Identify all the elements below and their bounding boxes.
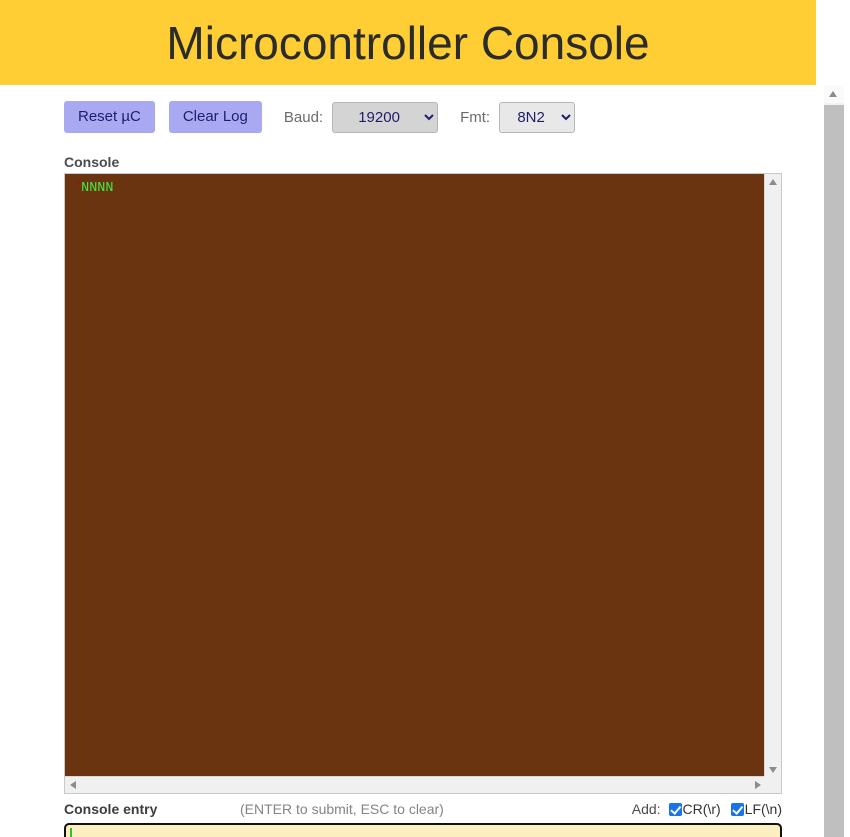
format-select[interactable]: 8N2 (499, 101, 576, 133)
add-label: Add: (631, 801, 661, 817)
page-scrollbar[interactable] (816, 85, 850, 837)
scroll-up-arrow-icon[interactable] (769, 179, 777, 185)
scroll-up-arrow-icon[interactable] (829, 91, 837, 97)
page-title: Microcontroller Console (166, 16, 650, 69)
console-label: Console (64, 154, 120, 170)
console-line-text: NNNN (81, 181, 114, 196)
cr-checkbox[interactable] (668, 802, 682, 816)
app-window: Microcontroller Console Reset µC Clear L… (0, 0, 850, 837)
cr-label: CR(\r) (682, 801, 721, 817)
app-header: Microcontroller Console (0, 0, 816, 85)
scrollbar-corner (764, 776, 781, 793)
text-cursor (70, 828, 72, 837)
console-vertical-scrollbar[interactable] (764, 174, 781, 778)
scroll-right-arrow-icon[interactable] (755, 781, 761, 789)
line-ending-options: Add: CR(\r) LF(\n) (632, 801, 782, 817)
reset-mcu-button[interactable]: Reset µC (64, 101, 155, 133)
scroll-left-arrow-icon[interactable] (70, 781, 76, 789)
console-line-quote: " (73, 181, 82, 196)
format-label: Fmt: (460, 108, 491, 126)
clear-log-button[interactable]: Clear Log (168, 101, 262, 133)
baud-select[interactable]: 19200 (332, 101, 439, 133)
console-horizontal-scrollbar[interactable] (65, 776, 766, 793)
toolbar: Reset µC Clear Log Baud: 19200 Fmt: 8N2 (64, 101, 576, 133)
console-panel: "NNNN (64, 173, 782, 794)
console-entry-hint: (ENTER to submit, ESC to clear) (240, 801, 444, 817)
console-entry-row: Console entry (ENTER to submit, ESC to c… (64, 801, 782, 823)
console-entry-label: Console entry (64, 801, 158, 817)
scroll-down-arrow-icon[interactable] (769, 767, 777, 773)
page-scroll-up-button[interactable] (824, 85, 844, 103)
baud-label: Baud: (283, 108, 324, 126)
console-output[interactable]: "NNNN (65, 174, 766, 778)
console-line: "NNNN (73, 181, 758, 198)
lf-label: LF(\n) (744, 801, 782, 817)
console-entry-input[interactable] (64, 823, 782, 837)
page-scrollbar-thumb[interactable] (824, 105, 844, 837)
main-content: Reset µC Clear Log Baud: 19200 Fmt: 8N2 … (0, 85, 816, 837)
lf-checkbox[interactable] (730, 802, 744, 816)
